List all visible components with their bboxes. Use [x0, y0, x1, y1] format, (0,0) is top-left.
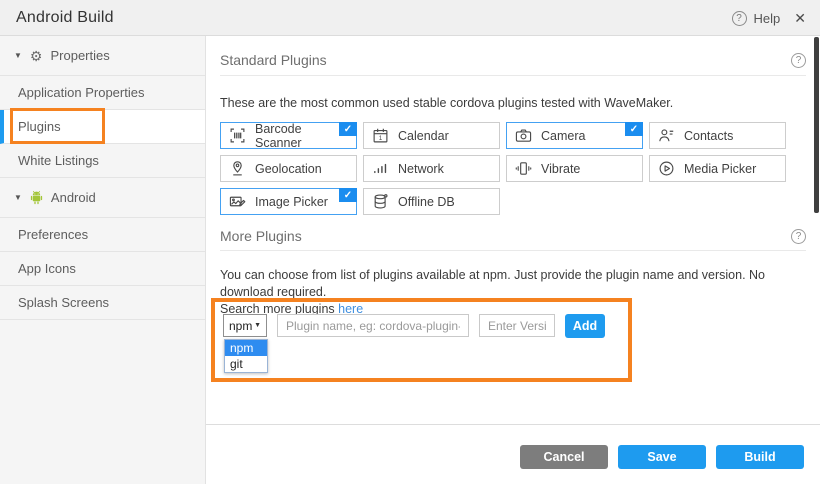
sidebar-item-properties[interactable]: Properties [0, 36, 205, 76]
sidebar-item-splash-screens[interactable]: Splash Screens [0, 286, 205, 320]
plugin-vibrate[interactable]: Vibrate [506, 155, 643, 182]
selected-check-icon [339, 188, 357, 202]
add-button[interactable]: Add [565, 314, 605, 338]
more-plugins-description-text: You can choose from list of plugins avai… [220, 268, 765, 299]
standard-plugins-title: Standard Plugins [220, 52, 327, 68]
vertical-scrollbar[interactable] [814, 37, 819, 213]
standard-plugins-grid: Barcode Scanner 1 Calendar Camera [220, 122, 786, 215]
camera-icon [515, 127, 532, 144]
plugin-media-picker[interactable]: Media Picker [649, 155, 786, 182]
barcode-scanner-icon [229, 127, 246, 144]
dialog-header: Android Build Help [0, 0, 820, 36]
standard-plugins-help-icon[interactable] [791, 53, 806, 68]
chevron-down-icon [254, 322, 261, 329]
source-option-git[interactable]: git [225, 356, 267, 372]
source-option-npm[interactable]: npm [225, 340, 267, 356]
svg-text:1: 1 [379, 135, 383, 142]
source-select-dropdown: npm git [224, 339, 268, 373]
sidebar-item-preferences[interactable]: Preferences [0, 218, 205, 252]
standard-plugins-header: Standard Plugins [220, 52, 806, 68]
chevron-down-icon [14, 193, 22, 202]
source-select[interactable]: npm npm git [223, 314, 267, 337]
plugin-label: Geolocation [255, 162, 322, 176]
page-title: Android Build [16, 9, 114, 27]
plugin-calendar[interactable]: 1 Calendar [363, 122, 500, 149]
plugin-label: Network [398, 162, 444, 176]
divider [220, 250, 806, 251]
more-plugins-title: More Plugins [220, 228, 302, 244]
sidebar-item-label: Application Properties [18, 85, 144, 100]
sidebar: Properties Application Properties Plugin… [0, 36, 206, 484]
cancel-button[interactable]: Cancel [520, 445, 608, 469]
divider [220, 75, 806, 76]
plugin-barcode-scanner[interactable]: Barcode Scanner [220, 122, 357, 149]
chevron-down-icon [14, 51, 22, 60]
plugin-label: Contacts [684, 129, 733, 143]
plugin-label: Offline DB [398, 195, 455, 209]
plugin-label: Barcode Scanner [255, 122, 348, 150]
sidebar-item-label: Android [51, 190, 96, 205]
save-button[interactable]: Save [618, 445, 706, 469]
sidebar-item-white-listings[interactable]: White Listings [0, 144, 205, 178]
plugin-label: Image Picker [255, 195, 328, 209]
selected-check-icon [339, 122, 357, 136]
help-icon [732, 11, 747, 26]
help-button[interactable]: Help [732, 11, 781, 26]
more-plugins-header: More Plugins [220, 228, 806, 244]
sidebar-item-label: Plugins [18, 119, 61, 134]
sidebar-item-app-icons[interactable]: App Icons [0, 252, 205, 286]
footer-divider [206, 424, 820, 425]
more-plugins-description: You can choose from list of plugins avai… [220, 267, 806, 318]
gear-icon [30, 49, 43, 63]
close-icon[interactable] [794, 10, 806, 27]
selected-check-icon [625, 122, 643, 136]
plugin-label: Camera [541, 129, 585, 143]
plugin-geolocation[interactable]: Geolocation [220, 155, 357, 182]
add-plugin-form: npm npm git Add [223, 314, 605, 337]
plugin-camera[interactable]: Camera [506, 122, 643, 149]
standard-plugins-description: These are the most common used stable co… [220, 95, 806, 112]
plugin-image-picker[interactable]: Image Picker [220, 188, 357, 215]
geolocation-icon [229, 160, 246, 177]
plugin-offline-db[interactable]: Offline DB [363, 188, 500, 215]
sidebar-item-label: Preferences [18, 227, 88, 242]
plugin-contacts[interactable]: Contacts [649, 122, 786, 149]
calendar-icon: 1 [372, 127, 389, 144]
sidebar-item-label: White Listings [18, 153, 99, 168]
android-icon [30, 190, 43, 205]
main-panel: Standard Plugins These are the most comm… [206, 36, 820, 484]
media-picker-icon [658, 160, 675, 177]
network-icon [372, 160, 389, 177]
more-plugins-help-icon[interactable] [791, 229, 806, 244]
build-button[interactable]: Build [716, 445, 804, 469]
sidebar-item-label: Properties [50, 48, 109, 63]
sidebar-item-plugins[interactable]: Plugins [0, 110, 205, 144]
sidebar-item-application-properties[interactable]: Application Properties [0, 76, 205, 110]
vibrate-icon [515, 160, 532, 177]
android-build-dialog: Android Build Help Properties Applicatio… [0, 0, 820, 484]
sidebar-item-android[interactable]: Android [0, 178, 205, 218]
offline-db-icon [372, 193, 389, 210]
plugin-version-input[interactable] [479, 314, 555, 337]
image-picker-icon [229, 193, 246, 210]
plugin-label: Vibrate [541, 162, 580, 176]
plugin-label: Calendar [398, 129, 449, 143]
sidebar-item-label: App Icons [18, 261, 76, 276]
help-label: Help [754, 11, 781, 26]
contacts-icon [658, 127, 675, 144]
sidebar-item-label: Splash Screens [18, 295, 109, 310]
plugin-network[interactable]: Network [363, 155, 500, 182]
plugin-label: Media Picker [684, 162, 756, 176]
source-select-value: npm [229, 319, 252, 333]
plugin-name-input[interactable] [277, 314, 469, 337]
